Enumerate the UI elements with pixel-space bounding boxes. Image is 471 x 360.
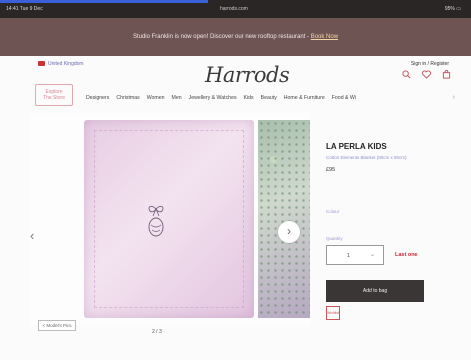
nav-item-men[interactable]: Men bbox=[172, 95, 182, 101]
gallery-counter: 2 / 3 bbox=[152, 329, 162, 335]
add-to-bag-button[interactable]: Add to bag bbox=[326, 280, 424, 302]
signin-link[interactable]: Sign in / Register bbox=[411, 61, 449, 67]
nav-item-kids[interactable]: Kids bbox=[244, 95, 254, 101]
product-price: £95 bbox=[326, 167, 336, 173]
gallery-next-icon[interactable]: › bbox=[278, 221, 300, 243]
product-brand[interactable]: LA PERLA KIDS bbox=[326, 142, 466, 151]
promo-message: Studio Franklin is now open! Discover ou… bbox=[132, 34, 311, 40]
nav-item-home[interactable]: Home & Furniture bbox=[284, 95, 325, 101]
nav-item-jewellery[interactable]: Jewellery & Watches bbox=[189, 95, 237, 101]
browser-window: 14:41 Tue 9 Dec harrods.com 95% ▭ Studio… bbox=[0, 0, 471, 360]
chevron-down-icon: ⌄ bbox=[369, 252, 375, 258]
nav-item-women[interactable]: Women bbox=[147, 95, 165, 101]
product-image[interactable] bbox=[84, 120, 254, 318]
nav-scroll-right-icon[interactable]: › bbox=[453, 94, 455, 101]
product-name: Cotton Elements Blanket (80cm x 80cm) bbox=[326, 155, 407, 160]
battery-indicator: 95% ▭ bbox=[444, 6, 461, 12]
main-nav: Designers Christmas Women Men Jewellery … bbox=[86, 95, 356, 101]
explore-store-button[interactable]: Explore The Store bbox=[35, 84, 73, 106]
bag-icon[interactable] bbox=[442, 70, 451, 81]
status-time: 14:41 Tue 9 Dec bbox=[6, 6, 43, 12]
nav-item-designers[interactable]: Designers bbox=[86, 95, 109, 101]
colour-label: Colour bbox=[326, 209, 340, 214]
wishlist-button[interactable]: Wishlist bbox=[326, 306, 340, 320]
uk-flag-icon bbox=[38, 61, 45, 66]
quantity-label: Quantity bbox=[326, 236, 343, 241]
nav-item-christmas[interactable]: Christmas bbox=[116, 95, 139, 101]
next-product-image[interactable] bbox=[258, 120, 310, 318]
promo-link[interactable]: Book Now bbox=[311, 34, 338, 40]
status-bar: 14:41 Tue 9 Dec harrods.com 95% ▭ bbox=[0, 0, 471, 18]
promo-banner: Studio Franklin is now open! Discover ou… bbox=[0, 18, 471, 56]
quantity-select[interactable]: 1 ⌄ bbox=[326, 245, 384, 265]
stock-status: Last one bbox=[395, 252, 418, 258]
search-icon[interactable] bbox=[402, 70, 411, 81]
harrods-logo[interactable]: Harrods bbox=[205, 63, 290, 91]
bow-embroidery-icon bbox=[148, 205, 164, 237]
active-tab-indicator bbox=[0, 0, 208, 3]
heart-icon[interactable] bbox=[422, 70, 431, 81]
nav-item-beauty[interactable]: Beauty bbox=[261, 95, 277, 101]
quantity-value: 1 bbox=[347, 253, 350, 259]
explore-line2: The Store bbox=[43, 95, 65, 101]
nav-item-food[interactable]: Food & Wi bbox=[332, 95, 356, 101]
region-selector[interactable]: United Kingdom bbox=[48, 61, 84, 67]
url-bar[interactable]: harrods.com bbox=[220, 6, 248, 12]
model-pics-button[interactable]: < Model's Pics bbox=[38, 320, 76, 331]
gallery-prev-icon[interactable]: ‹ bbox=[30, 228, 34, 243]
product-info: LA PERLA KIDS Cotton Elements Blanket (8… bbox=[326, 130, 466, 173]
header-icons bbox=[402, 70, 451, 81]
